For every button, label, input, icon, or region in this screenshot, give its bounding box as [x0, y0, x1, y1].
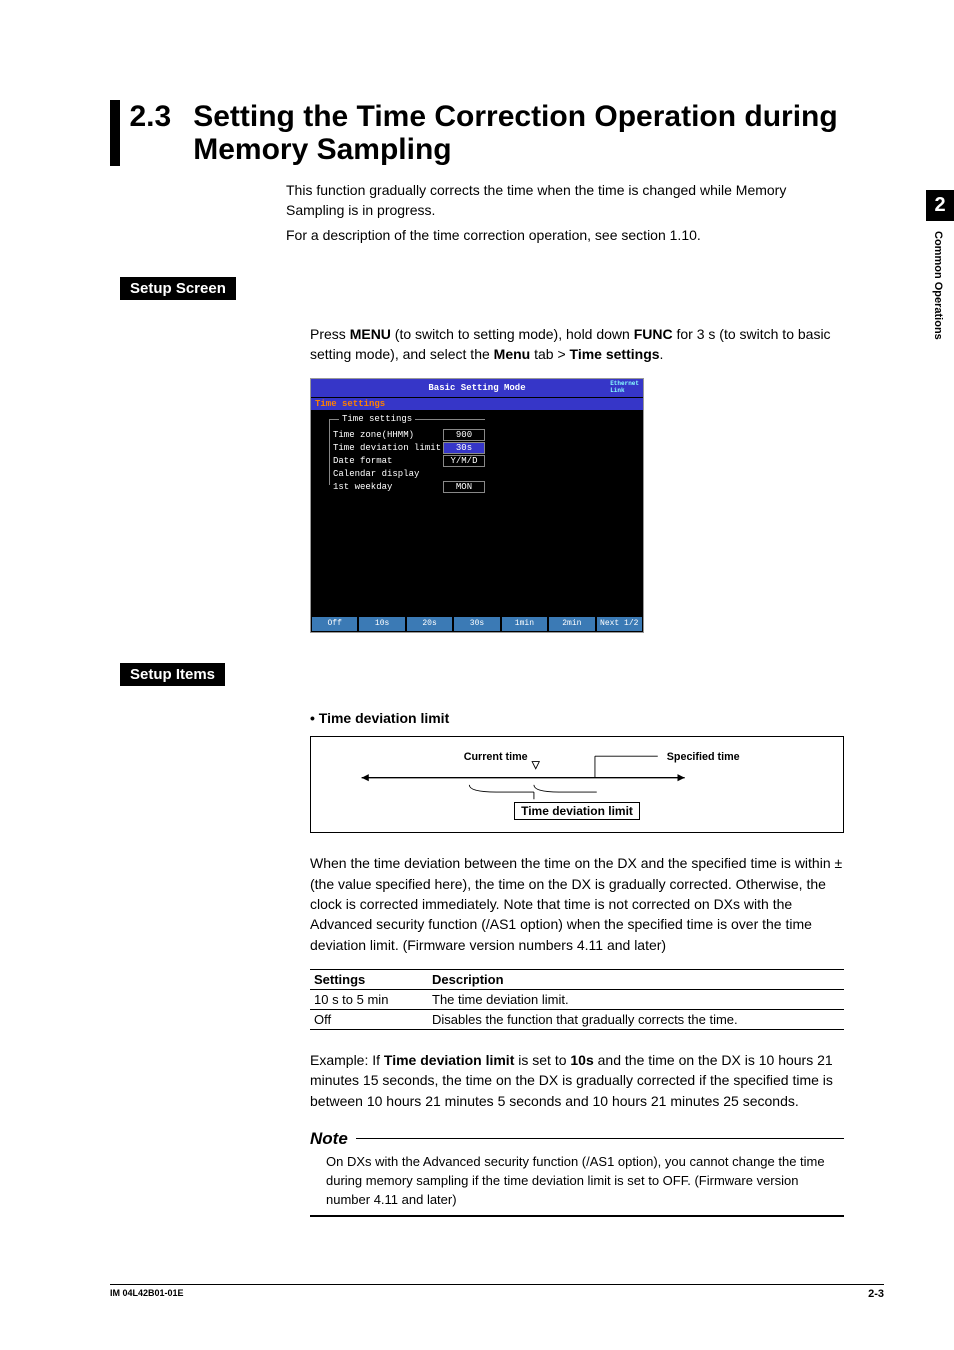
- sc-sk-1min[interactable]: 1min: [502, 617, 547, 631]
- sc-sk-next[interactable]: Next 1/2: [597, 617, 642, 631]
- deviation-para: When the time deviation between the time…: [310, 853, 844, 954]
- device-screenshot: Basic Setting Mode Ethernet Link Time se…: [310, 378, 644, 633]
- sc-body: Time settings Time zone(HHMM)900 Time de…: [311, 410, 643, 616]
- settings-table: Settings Description 10 s to 5 min The t…: [310, 969, 844, 1030]
- th-settings: Settings: [310, 969, 428, 989]
- sc-sk-10s[interactable]: 10s: [359, 617, 404, 631]
- sc-link-indicator: Ethernet Link: [610, 380, 639, 394]
- section-heading: 2.3 Setting the Time Correction Operatio…: [110, 100, 914, 166]
- sc-sk-20s[interactable]: 20s: [407, 617, 452, 631]
- sc-sk-30s[interactable]: 30s: [454, 617, 499, 631]
- sc-breadcrumb: Time settings: [311, 397, 643, 410]
- note-heading: Note: [310, 1129, 844, 1149]
- sc-titlebar: Basic Setting Mode Ethernet Link: [311, 379, 643, 397]
- section-title: Setting the Time Correction Operation du…: [193, 100, 914, 166]
- sc-sk-2min[interactable]: 2min: [549, 617, 594, 631]
- setup-screen-text: Press MENU (to switch to setting mode), …: [310, 324, 844, 365]
- sc-softkeys: Off 10s 20s 30s 1min 2min Next 1/2: [311, 616, 643, 632]
- svg-text:Specified time: Specified time: [667, 751, 740, 763]
- footer-doc-id: IM 04L42B01-01E: [110, 1288, 184, 1300]
- intro-para-2: For a description of the time correction…: [286, 225, 844, 245]
- svg-text:Current time: Current time: [464, 751, 528, 763]
- sc-group-label: Time settings: [339, 414, 415, 424]
- section-number: 2.3: [130, 100, 172, 133]
- setup-items-callout: Setup Items: [120, 663, 225, 686]
- page-footer: IM 04L42B01-01E 2-3: [110, 1284, 884, 1300]
- note-end-rule: [310, 1215, 844, 1217]
- bullet-time-deviation: • Time deviation limit: [310, 710, 914, 726]
- heading-bar: [110, 100, 120, 166]
- note-body: On DXs with the Advanced security functi…: [326, 1153, 844, 1210]
- table-row: 10 s to 5 min The time deviation limit.: [310, 989, 844, 1009]
- note-rule: [356, 1138, 844, 1139]
- th-description: Description: [428, 969, 844, 989]
- setup-screen-callout: Setup Screen: [120, 277, 236, 300]
- footer-page-num: 2-3: [868, 1288, 884, 1300]
- diagram-box-label: Time deviation limit: [514, 802, 640, 820]
- example-para: Example: If Time deviation limit is set …: [310, 1050, 844, 1111]
- table-row: Off Disables the function that gradually…: [310, 1009, 844, 1029]
- sc-group-border: [329, 419, 485, 485]
- intro-para-1: This function gradually corrects the tim…: [286, 180, 844, 221]
- sc-sk-off[interactable]: Off: [312, 617, 357, 631]
- time-deviation-diagram: Current time Specified time Time deviati…: [310, 736, 844, 833]
